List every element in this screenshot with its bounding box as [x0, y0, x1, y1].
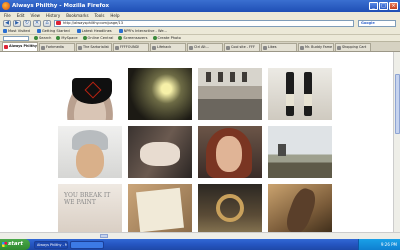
- tab-ctrl-alt[interactable]: Ctrl Alt...: [187, 43, 223, 51]
- menu-history[interactable]: History: [46, 13, 60, 18]
- bookmark-item[interactable]: Latest Headlines: [76, 29, 112, 33]
- handwriting-text: YOU BREAK IT WE PAINT: [64, 192, 111, 206]
- tab-favicon-icon: [189, 46, 193, 50]
- bookmark-item[interactable]: NPR's Interactive - We...: [118, 29, 167, 33]
- forward-button[interactable]: ▶: [13, 19, 21, 27]
- tab-favicon-icon: [115, 46, 119, 50]
- addon-screensavers-button[interactable]: Screensavers: [118, 36, 148, 40]
- url-bar[interactable]: http://alwaysphilthy.com/page/13: [54, 19, 354, 27]
- addon-search-button[interactable]: Search: [34, 36, 51, 40]
- menu-file[interactable]: File: [4, 13, 11, 18]
- photo-peace-ring[interactable]: [198, 184, 262, 236]
- window-title: Always Philthy - Mozilla Firefox: [12, 3, 110, 9]
- photo-notebook[interactable]: [128, 184, 192, 236]
- firefox-icon: [2, 2, 10, 10]
- close-button[interactable]: ×: [389, 2, 398, 10]
- tab-cool-site[interactable]: Cool site - FFF: [224, 43, 260, 51]
- photo-reclining-woman[interactable]: [128, 126, 192, 178]
- tab-favicon-icon: [300, 46, 304, 50]
- windows-logo-icon: [2, 242, 7, 247]
- tab-favicon-icon: [78, 46, 82, 50]
- clock[interactable]: 9:26 PM: [381, 242, 397, 247]
- photo-handwriting[interactable]: YOU BREAK IT WE PAINT: [58, 184, 122, 236]
- photo-dancer[interactable]: [268, 184, 332, 236]
- window-titlebar: Always Philthy - Mozilla Firefox _ □ ×: [0, 0, 400, 12]
- rss-icon: [76, 29, 81, 33]
- photo-light-installation[interactable]: [128, 68, 192, 120]
- globe-icon: [82, 36, 87, 40]
- bookmark-icon: [3, 29, 7, 33]
- tab-favicon-icon: [152, 46, 156, 50]
- system-tray: 9:26 PM: [358, 239, 400, 250]
- search-icon: [34, 36, 38, 40]
- tab-lifehack[interactable]: Lifehack: [150, 43, 186, 51]
- home-button[interactable]: ⌂: [43, 19, 51, 27]
- tab-strip: Always Philthy Forkmedia The Sartorialis…: [0, 42, 400, 52]
- addon-online-button[interactable]: Online Central: [82, 36, 113, 40]
- addon-myspace-button[interactable]: MySpace: [56, 36, 78, 40]
- tab-favicon-icon: [337, 46, 341, 50]
- taskbar-tasks: Always Philthy - Mozill...: [34, 240, 104, 249]
- photo-landscape[interactable]: [268, 126, 332, 178]
- bookmarks-toolbar: Most Visited Getting Started Latest Head…: [0, 28, 400, 35]
- tab-likes[interactable]: Likes: [261, 43, 297, 51]
- photo-markers[interactable]: [268, 68, 332, 120]
- tab-favicon-icon: [263, 46, 267, 50]
- photo-black-underwear[interactable]: [58, 68, 122, 120]
- search-box[interactable]: Google: [358, 19, 396, 27]
- bookmark-item[interactable]: Most Visited: [3, 29, 30, 33]
- tab-favicon-icon: [226, 46, 230, 50]
- tab-ffffound[interactable]: FFFFOUND!: [113, 43, 149, 51]
- scroll-thumb[interactable]: [100, 234, 108, 238]
- site-favicon-icon: [56, 21, 61, 25]
- scroll-thumb[interactable]: [395, 74, 400, 134]
- tab-forkmedia[interactable]: Forkmedia: [39, 43, 75, 51]
- menu-tools[interactable]: Tools: [95, 13, 105, 18]
- navigation-toolbar: ◀ ▶ ↻ ✕ ⌂ http://alwaysphilthy.com/page/…: [0, 18, 400, 28]
- url-text: http://alwaysphilthy.com/page/13: [63, 20, 123, 25]
- page-content: YOU BREAK IT WE PAINT: [0, 52, 393, 236]
- menu-edit[interactable]: Edit: [17, 13, 25, 18]
- bookmark-icon: [118, 29, 123, 33]
- tab-favicon-icon: [4, 45, 8, 49]
- tab-favicon-icon: [41, 46, 45, 50]
- addon-photo-button[interactable]: Create Photo: [152, 36, 181, 40]
- tab-buddy-fame[interactable]: Mr. Buddy Fame: [298, 43, 334, 51]
- addon-search-input[interactable]: [3, 35, 29, 41]
- back-button[interactable]: ◀: [3, 19, 11, 27]
- reload-button[interactable]: ↻: [23, 19, 31, 27]
- taskbar-task-firefox[interactable]: Always Philthy - Mozill...: [34, 240, 68, 249]
- horizontal-scrollbar[interactable]: [0, 232, 400, 239]
- maximize-button[interactable]: □: [379, 2, 388, 10]
- photo-redhead-portrait[interactable]: [198, 126, 262, 178]
- minimize-button[interactable]: _: [369, 2, 378, 10]
- camera-icon: [152, 36, 157, 40]
- windows-taskbar: start Always Philthy - Mozill... 9:26 PM: [0, 239, 400, 250]
- menu-bookmarks[interactable]: Bookmarks: [66, 13, 88, 18]
- photo-girl-cap[interactable]: [58, 126, 122, 178]
- myspace-icon: [56, 36, 61, 40]
- window-controls: _ □ ×: [369, 2, 398, 10]
- tab-sartorialist[interactable]: The Sartorialist: [76, 43, 112, 51]
- menu-view[interactable]: View: [30, 13, 40, 18]
- addon-toolbar: Search MySpace Online Central Screensave…: [0, 35, 400, 42]
- vertical-scrollbar[interactable]: [393, 52, 400, 232]
- bookmark-icon: [36, 29, 41, 33]
- bookmark-item[interactable]: Getting Started: [36, 29, 70, 33]
- stop-button[interactable]: ✕: [33, 19, 41, 27]
- tab-shopping-cart[interactable]: Shopping Cart: [335, 43, 371, 51]
- search-engine-label: Google: [361, 20, 375, 25]
- photo-street-building[interactable]: [198, 68, 262, 120]
- taskbar-task[interactable]: [70, 240, 104, 249]
- tab-always-philthy[interactable]: Always Philthy: [2, 42, 38, 51]
- menu-help[interactable]: Help: [110, 13, 119, 18]
- start-button[interactable]: start: [0, 239, 30, 250]
- monitor-icon: [118, 36, 123, 40]
